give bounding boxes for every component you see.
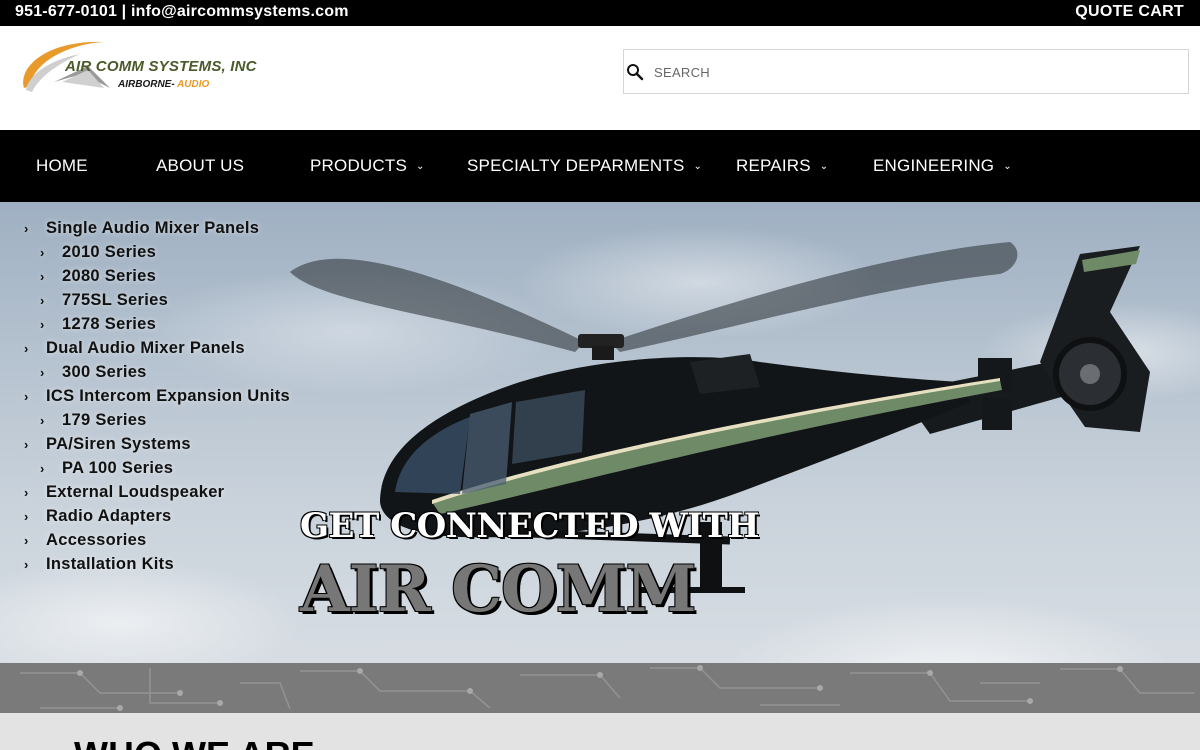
nav-label: HOME	[36, 156, 88, 175]
nav-label: PRODUCTS	[310, 156, 407, 175]
menu-item-775sl-series[interactable]: › 775SL Series	[24, 288, 290, 312]
product-category-menu: › Single Audio Mixer Panels › 2010 Series …	[24, 216, 290, 576]
chevron-right-icon: ›	[40, 461, 45, 476]
nav-item-products[interactable]: PRODUCTS ⌄	[310, 156, 425, 176]
logo-company-name: AIR COMM SYSTEMS, INC	[65, 58, 257, 75]
nav-item-home[interactable]: HOME	[36, 156, 88, 176]
quote-cart-link[interactable]: QUOTE CART	[1075, 3, 1184, 21]
menu-item-ics-intercom-expansion-units[interactable]: › ICS Intercom Expansion Units	[24, 384, 290, 408]
menu-label: 2010 Series	[62, 243, 157, 261]
section-heading-who-we-are: WHO WE ARE	[74, 734, 315, 750]
nav-label: ENGINEERING	[873, 156, 995, 175]
nav-item-specialty-departments[interactable]: SPECIALTY DEPARMENTS ⌄	[467, 156, 702, 176]
chevron-right-icon: ›	[24, 533, 29, 548]
chevron-down-icon: ⌄	[416, 161, 425, 172]
menu-label: 179 Series	[62, 411, 147, 429]
menu-label: External Loudspeaker	[46, 483, 225, 501]
chevron-right-icon: ›	[40, 413, 45, 428]
menu-label: Radio Adapters	[46, 507, 172, 525]
menu-label: PA 100 Series	[62, 459, 174, 477]
hero-brand-title: AIR COMM	[300, 552, 696, 627]
nav-label: ABOUT US	[156, 156, 245, 175]
nav-item-about-us[interactable]: ABOUT US	[156, 156, 244, 176]
menu-item-pa-siren-systems[interactable]: › PA/Siren Systems	[24, 432, 290, 456]
chevron-down-icon: ⌄	[1003, 161, 1012, 172]
logo-tagline-accent: AUDIO	[177, 79, 210, 90]
menu-label: Accessories	[46, 531, 147, 549]
chevron-right-icon: ›	[40, 293, 45, 308]
menu-item-external-loudspeaker[interactable]: › External Loudspeaker	[24, 480, 290, 504]
chevron-right-icon: ›	[24, 557, 29, 572]
menu-item-2010-series[interactable]: › 2010 Series	[24, 240, 290, 264]
nav-label: REPAIRS	[736, 156, 811, 175]
menu-label: 1278 Series	[62, 315, 157, 333]
nav-item-repairs[interactable]: REPAIRS ⌄	[736, 156, 828, 176]
chevron-right-icon: ›	[24, 485, 29, 500]
chevron-right-icon: ›	[40, 245, 45, 260]
chevron-right-icon: ›	[40, 317, 45, 332]
main-navigation: HOME ABOUT US PRODUCTS ⌄ SPECIALTY DEPARM…	[0, 130, 1200, 202]
chevron-right-icon: ›	[40, 269, 45, 284]
chevron-right-icon: ›	[24, 341, 29, 356]
menu-label: 2080 Series	[62, 267, 157, 285]
site-header: AIR COMM SYSTEMS, INC AIRBORNE- AUDIO	[0, 26, 1200, 130]
menu-item-accessories[interactable]: › Accessories	[24, 528, 290, 552]
chevron-right-icon: ›	[24, 221, 29, 236]
chevron-down-icon: ⌄	[693, 161, 703, 172]
search-icon[interactable]	[626, 63, 644, 81]
nav-label: SPECIALTY DEPARMENTS	[467, 156, 685, 175]
menu-item-dual-audio-mixer-panels[interactable]: › Dual Audio Mixer Panels	[24, 336, 290, 360]
chevron-down-icon: ⌄	[819, 161, 829, 172]
nav-item-engineering[interactable]: ENGINEERING ⌄	[873, 156, 1012, 176]
menu-item-pa-100-series[interactable]: › PA 100 Series	[24, 456, 290, 480]
menu-item-single-audio-mixer-panels[interactable]: › Single Audio Mixer Panels	[24, 216, 290, 240]
menu-item-179-series[interactable]: › 179 Series	[24, 408, 290, 432]
chevron-right-icon: ›	[40, 365, 45, 380]
menu-item-300-series[interactable]: › 300 Series	[24, 360, 290, 384]
menu-item-1278-series[interactable]: › 1278 Series	[24, 312, 290, 336]
site-logo[interactable]: AIR COMM SYSTEMS, INC AIRBORNE- AUDIO	[18, 36, 268, 98]
menu-label: ICS Intercom Expansion Units	[46, 387, 291, 405]
menu-item-radio-adapters[interactable]: › Radio Adapters	[24, 504, 290, 528]
chevron-right-icon: ›	[24, 389, 29, 404]
chevron-right-icon: ›	[24, 509, 29, 524]
menu-label: Installation Kits	[46, 555, 174, 573]
hero-banner: › Single Audio Mixer Panels › 2010 Series …	[0, 202, 1200, 663]
top-bar: 951-677-0101 | info@aircommsystems.com Q…	[0, 0, 1200, 26]
menu-label: 300 Series	[62, 363, 147, 381]
search-input[interactable]	[654, 58, 1174, 86]
menu-item-installation-kits[interactable]: › Installation Kits	[24, 552, 290, 576]
menu-label: PA/Siren Systems	[46, 435, 191, 453]
hero-tagline: GET CONNECTED WITH	[300, 506, 759, 546]
chevron-right-icon: ›	[24, 437, 29, 452]
menu-item-2080-series[interactable]: › 2080 Series	[24, 264, 290, 288]
contact-info[interactable]: 951-677-0101 | info@aircommsystems.com	[15, 3, 349, 21]
menu-label: Single Audio Mixer Panels	[46, 219, 260, 237]
logo-tagline: AIRBORNE- AUDIO	[118, 79, 209, 90]
menu-label: Dual Audio Mixer Panels	[46, 339, 245, 357]
menu-label: 775SL Series	[62, 291, 169, 309]
logo-tagline-part: AIRBORNE-	[118, 79, 178, 90]
search-box[interactable]	[623, 49, 1189, 94]
